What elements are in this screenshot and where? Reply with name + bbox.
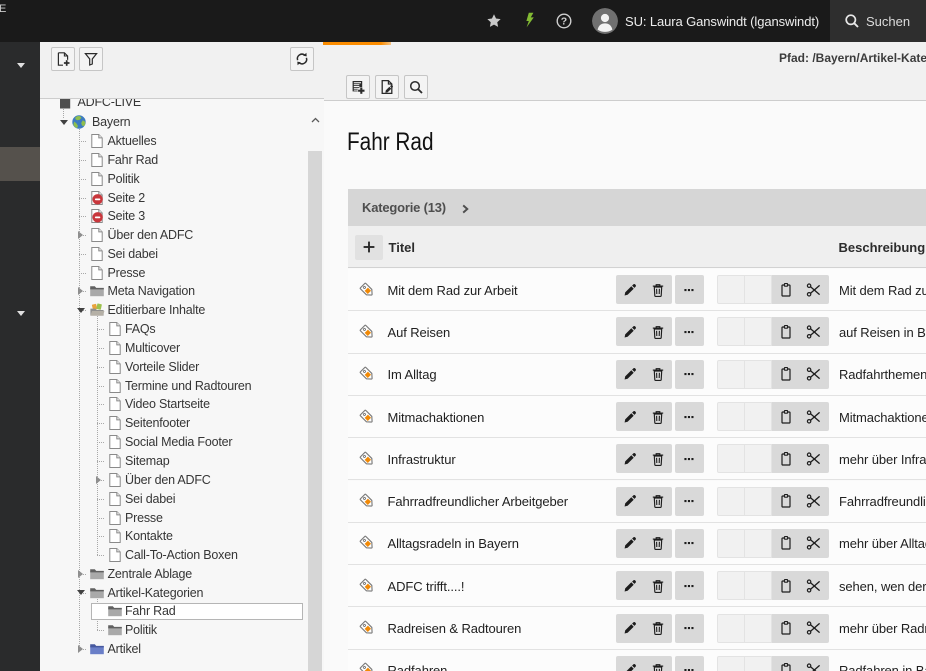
svg-text:?: ? [561, 16, 567, 28]
